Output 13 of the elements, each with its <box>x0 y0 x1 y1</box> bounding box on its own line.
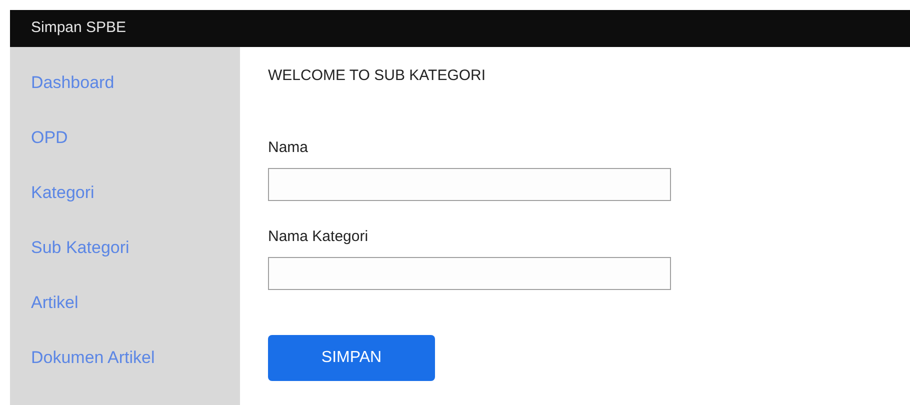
text-field[interactable] <box>268 257 671 290</box>
sidebar-link[interactable]: Artikel <box>31 292 78 314</box>
sidebar-link[interactable]: Dokumen Artikel <box>31 347 155 369</box>
text-field[interactable] <box>268 168 671 201</box>
sidebar-link[interactable]: Sub Kategori <box>31 237 130 259</box>
field-label: Nama Kategori <box>268 227 368 247</box>
save-button[interactable]: SIMPAN <box>268 335 435 381</box>
sidebar-link[interactable]: Dashboard <box>31 72 114 94</box>
sidebar-link[interactable]: OPD <box>31 127 68 149</box>
field-label: Nama <box>268 138 308 158</box>
sidebar-link[interactable]: Kategori <box>31 182 94 204</box>
page-heading: WELCOME TO SUB KATEGORI <box>268 66 486 86</box>
app-title: Simpan SPBE <box>31 18 126 38</box>
